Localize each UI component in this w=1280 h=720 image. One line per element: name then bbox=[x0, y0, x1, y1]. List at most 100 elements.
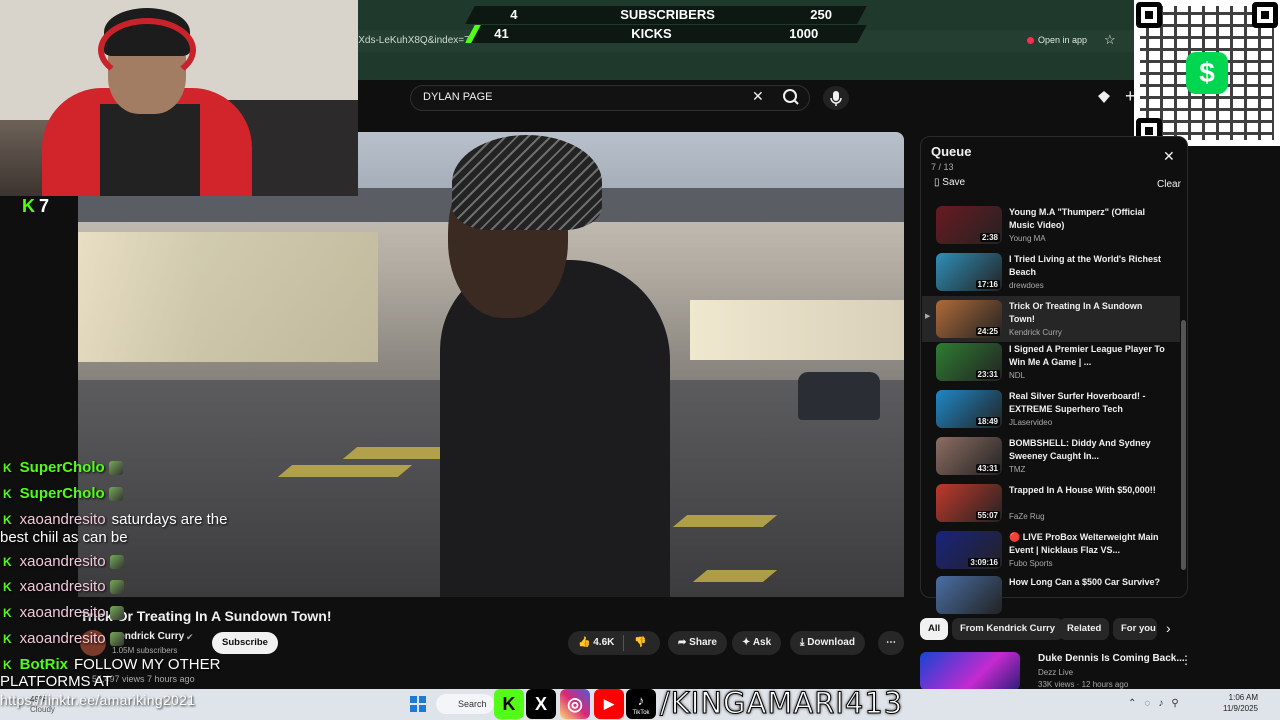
share-button[interactable]: ➦ Share bbox=[668, 631, 727, 655]
ask-label: Ask bbox=[752, 637, 772, 648]
queue-item-thumbnail[interactable]: 43:31 bbox=[936, 437, 1002, 475]
queue-item-title[interactable]: BOMBSHELL: Diddy And Sydney Sweeney Caug… bbox=[1009, 437, 1169, 463]
queue-item-channel[interactable]: Kendrick Curry bbox=[1009, 328, 1062, 337]
windows-start-icon[interactable] bbox=[410, 696, 426, 712]
queue-item-channel[interactable]: NDL bbox=[1009, 371, 1025, 380]
queue-item-thumbnail[interactable]: 55:07 bbox=[936, 484, 1002, 522]
chat-emote-icon bbox=[109, 632, 124, 647]
address-bar-url[interactable]: jXds-LeKuhX8Q&index=7 bbox=[356, 35, 470, 46]
chat-username[interactable]: xaoandresito bbox=[20, 604, 106, 621]
queue-item-title[interactable]: 🔴 LIVE ProBox Welterweight Main Event | … bbox=[1009, 531, 1169, 557]
search-icon[interactable] bbox=[778, 86, 804, 108]
like-count: 4.6K bbox=[593, 637, 615, 648]
queue-item-channel[interactable]: JLaservideo bbox=[1009, 418, 1052, 427]
queue-item[interactable]: 23:31 I Signed A Premier League Player To… bbox=[922, 339, 1180, 385]
queue-item-thumbnail[interactable]: 23:31 bbox=[936, 343, 1002, 381]
chip-related[interactable]: Related bbox=[1059, 618, 1110, 640]
queue-item-channel[interactable]: Fubo Sports bbox=[1009, 559, 1053, 568]
system-tray-icons[interactable]: ⌃◌♪⚲ bbox=[1128, 698, 1187, 709]
queue-item-channel[interactable]: drewdoes bbox=[1009, 281, 1044, 290]
chat-emote-icon bbox=[109, 555, 124, 570]
subscribe-button[interactable]: Subscribe bbox=[212, 632, 278, 654]
chat-message: Kxaoandresito bbox=[0, 578, 124, 596]
queue-item-title[interactable]: How Long Can a $500 Car Survive? bbox=[1009, 576, 1169, 589]
queue-item[interactable]: 18:49 Real Silver Surfer Hoverboard! - EX… bbox=[922, 386, 1180, 432]
chat-username[interactable]: xaoandresito bbox=[20, 511, 106, 528]
queue-item-title[interactable]: Young M.A "Thumperz" (Official Music Vid… bbox=[1009, 206, 1169, 232]
more-actions-icon[interactable]: ⋯ bbox=[878, 631, 904, 655]
queue-item-channel[interactable]: Young MA bbox=[1009, 234, 1046, 243]
kick-badge-icon: K bbox=[3, 555, 12, 569]
microphone-icon[interactable] bbox=[823, 86, 849, 110]
chat-text: saturdays are the bbox=[111, 511, 228, 528]
chat-emote-icon bbox=[108, 487, 123, 502]
queue-item-channel[interactable]: TMZ bbox=[1009, 465, 1025, 474]
goal-subs-target: 250 bbox=[810, 7, 832, 22]
taskbar-search[interactable]: Search bbox=[436, 694, 494, 714]
queue-item-duration: 2:38 bbox=[979, 233, 1000, 242]
queue-item-thumbnail[interactable] bbox=[936, 576, 1002, 614]
chip-all[interactable]: All bbox=[920, 618, 949, 640]
queue-item-duration: 55:07 bbox=[975, 511, 1000, 520]
chat-username[interactable]: SuperCholo bbox=[20, 485, 105, 502]
bookmark-star-icon[interactable]: ☆ bbox=[1104, 32, 1116, 48]
queue-item[interactable]: 3:09:16 🔴 LIVE ProBox Welterweight Main E… bbox=[922, 527, 1180, 573]
queue-item-thumbnail[interactable]: 24:25 bbox=[936, 300, 1002, 338]
download-label: Download bbox=[807, 637, 855, 648]
chip-for-you[interactable]: For you bbox=[1113, 618, 1157, 640]
queue-item[interactable]: 2:38 Young M.A "Thumperz" (Official Music… bbox=[922, 202, 1180, 248]
ask-button[interactable]: ✦ Ask bbox=[732, 631, 782, 655]
chevron-right-icon[interactable]: › bbox=[1166, 620, 1171, 636]
queue-clear-button[interactable]: Clear bbox=[1157, 179, 1181, 190]
queue-item[interactable]: 55:07 Trapped In A House With $50,000!! Fa… bbox=[922, 480, 1180, 526]
more-options-icon[interactable]: ⋮ bbox=[1180, 653, 1192, 667]
queue-item[interactable]: 24:25 ▶ Trick Or Treating In A Sundown Tow… bbox=[922, 296, 1180, 342]
open-in-app-button[interactable]: Open in app bbox=[1022, 32, 1095, 49]
queue-item-title[interactable]: I Signed A Premier League Player To Win … bbox=[1009, 343, 1169, 369]
like-button[interactable]: 👍 4.6K bbox=[578, 637, 614, 648]
download-button[interactable]: ⤓ Download bbox=[790, 631, 865, 655]
queue-item-title[interactable]: Trapped In A House With $50,000!! bbox=[1009, 484, 1169, 497]
queue-item-title[interactable]: I Tried Living at the World's Richest Be… bbox=[1009, 253, 1169, 279]
goal-kicks-row: 41 KICKS 1000 bbox=[465, 25, 867, 43]
chat-emote-icon bbox=[109, 580, 124, 595]
taskbar-date[interactable]: 11/9/2025 bbox=[1208, 704, 1258, 713]
chat-username[interactable]: SuperCholo bbox=[20, 459, 105, 476]
queue-item[interactable]: How Long Can a $500 Car Survive? bbox=[922, 572, 1180, 618]
queue-item-thumbnail[interactable]: 2:38 bbox=[936, 206, 1002, 244]
chat-username[interactable]: xaoandresito bbox=[20, 630, 106, 647]
taskbar-time[interactable]: 1:06 AM bbox=[1208, 693, 1258, 702]
recommended-channel[interactable]: Dezz Live bbox=[1038, 668, 1073, 677]
chat-username[interactable]: xaoandresito bbox=[20, 578, 106, 595]
queue-save-label: Save bbox=[942, 177, 966, 188]
chat-emote-icon bbox=[109, 606, 124, 621]
queue-item-channel[interactable]: FaZe Rug bbox=[1009, 512, 1045, 521]
close-queue-icon[interactable]: ✕ bbox=[1163, 148, 1175, 165]
chat-text: PLATFORMS AT bbox=[0, 673, 112, 690]
queue-item-thumbnail[interactable]: 18:49 bbox=[936, 390, 1002, 428]
queue-item-duration: 17:16 bbox=[975, 280, 1000, 289]
recommended-thumbnail[interactable] bbox=[920, 652, 1020, 690]
queue-item-thumbnail[interactable]: 3:09:16 bbox=[936, 531, 1002, 569]
now-playing-icon: ▶ bbox=[925, 313, 931, 320]
chat-username[interactable]: xaoandresito bbox=[20, 553, 106, 570]
youtube-logo-icon: ▶ bbox=[594, 689, 624, 719]
queue-item[interactable]: 43:31 BOMBSHELL: Diddy And Sydney Sweeney… bbox=[922, 433, 1180, 479]
queue-item[interactable]: 17:16 I Tried Living at the World's Riche… bbox=[922, 249, 1180, 295]
dislike-button[interactable]: 👎 bbox=[634, 631, 646, 655]
recommended-title[interactable]: Duke Dennis Is Coming Back... bbox=[1038, 653, 1185, 664]
search-input-value[interactable]: DYLAN PAGE bbox=[423, 91, 493, 103]
queue-item-thumbnail[interactable]: 17:16 bbox=[936, 253, 1002, 291]
tiktok-label: TikTok bbox=[632, 710, 650, 716]
queue-scrollbar[interactable] bbox=[1181, 320, 1186, 570]
gem-icon[interactable] bbox=[1097, 90, 1111, 104]
queue-save-button[interactable]: ▯ Save bbox=[934, 177, 965, 188]
chat-username[interactable]: BotRix bbox=[20, 656, 68, 673]
like-dislike-group: 👍 4.6K 👎 bbox=[568, 631, 660, 655]
screen: jXds-LeKuhX8Q&index=7 Open in app ☆ 4 SU… bbox=[0, 0, 1280, 720]
clear-search-icon[interactable]: ✕ bbox=[752, 88, 764, 105]
chip-from-channel[interactable]: From Kendrick Curry bbox=[952, 618, 1064, 640]
queue-item-title[interactable]: Real Silver Surfer Hoverboard! - EXTREME… bbox=[1009, 390, 1169, 416]
chat-message: Kxaoandresito bbox=[0, 553, 124, 571]
queue-item-title[interactable]: Trick Or Treating In A Sundown Town! bbox=[1009, 300, 1169, 326]
